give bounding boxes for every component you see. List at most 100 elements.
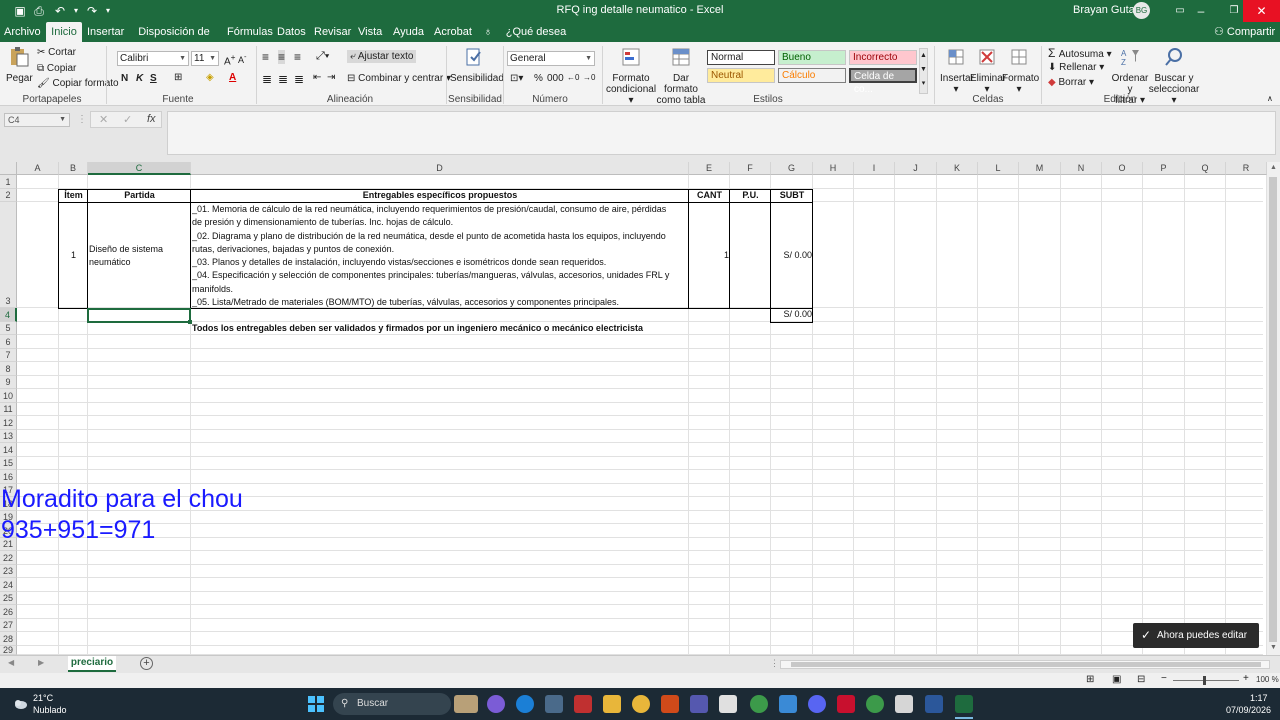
bold-button[interactable]: N — [121, 73, 128, 84]
collapse-ribbon-icon[interactable]: ∧ — [1267, 94, 1273, 103]
add-sheet-icon[interactable]: + — [140, 657, 153, 670]
copy-button[interactable]: ⧉ Copiar — [37, 63, 76, 74]
header-pu[interactable]: P.U. — [730, 189, 771, 202]
widget-app-icon[interactable] — [454, 695, 478, 713]
style-normal[interactable]: Normal — [707, 50, 775, 65]
avatar[interactable]: BG — [1133, 2, 1150, 19]
taskbar-search[interactable]: ⚲ Buscar — [333, 693, 451, 715]
percent-icon[interactable]: % — [534, 73, 543, 84]
row-header-26[interactable]: 26 — [0, 605, 17, 619]
formula-input[interactable] — [167, 111, 1276, 155]
column-header-h[interactable]: H — [813, 162, 854, 175]
row-header-13[interactable]: 13 — [0, 430, 17, 443]
select-all-corner[interactable] — [0, 162, 17, 175]
share-button[interactable]: ⚇ Compartir — [1214, 22, 1275, 42]
tab-ayuda[interactable]: Ayuda — [393, 22, 424, 42]
align-right-icon[interactable]: ≣ — [294, 72, 304, 86]
cell-partida[interactable]: Diseño de sistema neumático — [89, 243, 189, 269]
undo-dropdown-icon[interactable]: ▾ — [68, 3, 84, 19]
align-center-icon[interactable]: ≣ — [278, 72, 288, 86]
tab-acrobat[interactable]: Acrobat — [434, 22, 472, 42]
edit-toast[interactable]: ✓ Ahora puedes editar — [1133, 623, 1259, 648]
tab-splitter[interactable]: ⋮ — [770, 658, 779, 669]
row-header-24[interactable]: 24 — [0, 578, 17, 592]
row-header-5[interactable]: 5 — [0, 322, 17, 335]
copilot-icon[interactable] — [487, 695, 505, 713]
tab-insertar[interactable]: Insertar — [87, 22, 124, 42]
mail-icon[interactable] — [895, 695, 913, 713]
next-sheet-icon[interactable]: ▶ — [38, 658, 44, 667]
row-header-6[interactable]: 6 — [0, 335, 17, 349]
edge-icon[interactable] — [516, 695, 534, 713]
clock-time[interactable]: 1:17 — [1250, 693, 1268, 703]
horizontal-scrollbar[interactable] — [780, 660, 1270, 669]
save-icon[interactable]: ▣ — [12, 3, 28, 19]
close-icon[interactable]: ✕ — [1243, 0, 1280, 22]
align-top-icon[interactable]: ≡ — [262, 50, 269, 64]
weather-description[interactable]: Nublado — [33, 705, 67, 715]
file-explorer-icon[interactable] — [603, 695, 621, 713]
zoom-slider[interactable] — [1173, 680, 1239, 681]
row-header-7[interactable]: 7 — [0, 349, 17, 362]
row-header-23[interactable]: 23 — [0, 565, 17, 578]
header-cant[interactable]: CANT — [689, 189, 730, 202]
tab-revisar[interactable]: Revisar — [314, 22, 351, 42]
photos-icon[interactable] — [779, 695, 797, 713]
column-header-g[interactable]: G — [771, 162, 813, 175]
cancel-icon[interactable]: ✕ — [99, 113, 108, 126]
column-header-b[interactable]: B — [59, 162, 88, 175]
row-header-25[interactable]: 25 — [0, 592, 17, 605]
fill-button[interactable]: ⬇ Rellenar ▾ — [1048, 62, 1104, 73]
chrome-icon[interactable] — [632, 695, 650, 713]
scroll-thumb[interactable] — [1269, 177, 1277, 642]
increase-indent-icon[interactable]: ⇥ — [327, 72, 335, 83]
word-icon[interactable] — [925, 695, 943, 713]
sensitivity-button[interactable]: Sensibilidad — [450, 46, 504, 84]
font-name-select[interactable]: Calibri ▼ — [117, 51, 189, 66]
orientation-icon[interactable]: ⤢▾ — [316, 50, 329, 63]
header-partida[interactable]: Partida — [88, 189, 191, 202]
weather-temperature[interactable]: 21°C — [33, 693, 53, 703]
app-icon[interactable] — [661, 695, 679, 713]
thousands-icon[interactable]: 000 — [547, 73, 564, 84]
font-size-select[interactable]: 11 ▼ — [191, 51, 219, 66]
name-box[interactable]: C4 ▼ — [4, 113, 70, 127]
align-middle-icon[interactable]: ≡ — [278, 50, 286, 64]
header-entregables[interactable]: Entregables específicos propuestos — [191, 189, 689, 202]
ink-annotation[interactable]: Moradito para el chou — [1, 485, 243, 514]
number-format-select[interactable]: General ▼ — [507, 51, 595, 66]
cell-cant[interactable]: 1 — [690, 250, 729, 262]
zoom-level[interactable]: 100 % — [1256, 675, 1279, 684]
column-header-k[interactable]: K — [937, 162, 978, 175]
enter-icon[interactable]: ✓ — [123, 113, 132, 126]
style-check-cell[interactable]: Celda de co... — [849, 68, 917, 95]
column-header-p[interactable]: P — [1143, 162, 1185, 175]
row-header-1[interactable]: 1 — [0, 175, 17, 189]
cell-subt[interactable]: S/ 0.00 — [772, 250, 812, 262]
row-header-11[interactable]: 11 — [0, 403, 17, 416]
style-calculation[interactable]: Cálculo — [778, 68, 846, 83]
column-header-n[interactable]: N — [1061, 162, 1102, 175]
vertical-scrollbar[interactable]: ▲ ▼ — [1267, 162, 1280, 655]
undo-icon[interactable]: ↶ — [52, 3, 68, 19]
function-icon[interactable]: fx — [147, 113, 156, 125]
tab-formulas[interactable]: Fórmulas — [227, 22, 273, 42]
tab-disposicion[interactable]: Disposición de página — [131, 22, 217, 58]
column-header-i[interactable]: I — [854, 162, 895, 175]
normal-view-icon[interactable]: ⊞ — [1086, 674, 1094, 685]
align-left-icon[interactable]: ≣ — [262, 72, 272, 86]
increase-decimal-icon[interactable]: ←0 — [567, 73, 579, 82]
windows-start-icon[interactable] — [308, 696, 324, 712]
column-header-c[interactable]: C — [88, 162, 191, 175]
header-subt[interactable]: SUBT — [771, 189, 813, 202]
row-header-15[interactable]: 15 — [0, 457, 17, 470]
cell-item[interactable]: 1 — [59, 250, 88, 262]
column-header-j[interactable]: J — [895, 162, 937, 175]
tab-vista[interactable]: Vista — [358, 22, 382, 42]
decrease-font-icon[interactable]: A- — [238, 52, 247, 65]
redo-icon[interactable]: ↷ — [84, 3, 100, 19]
snipping-tool-icon[interactable] — [719, 695, 737, 713]
decrease-indent-icon[interactable]: ⇤ — [313, 72, 321, 83]
app-icon[interactable] — [574, 695, 592, 713]
row-header-22[interactable]: 22 — [0, 551, 17, 565]
